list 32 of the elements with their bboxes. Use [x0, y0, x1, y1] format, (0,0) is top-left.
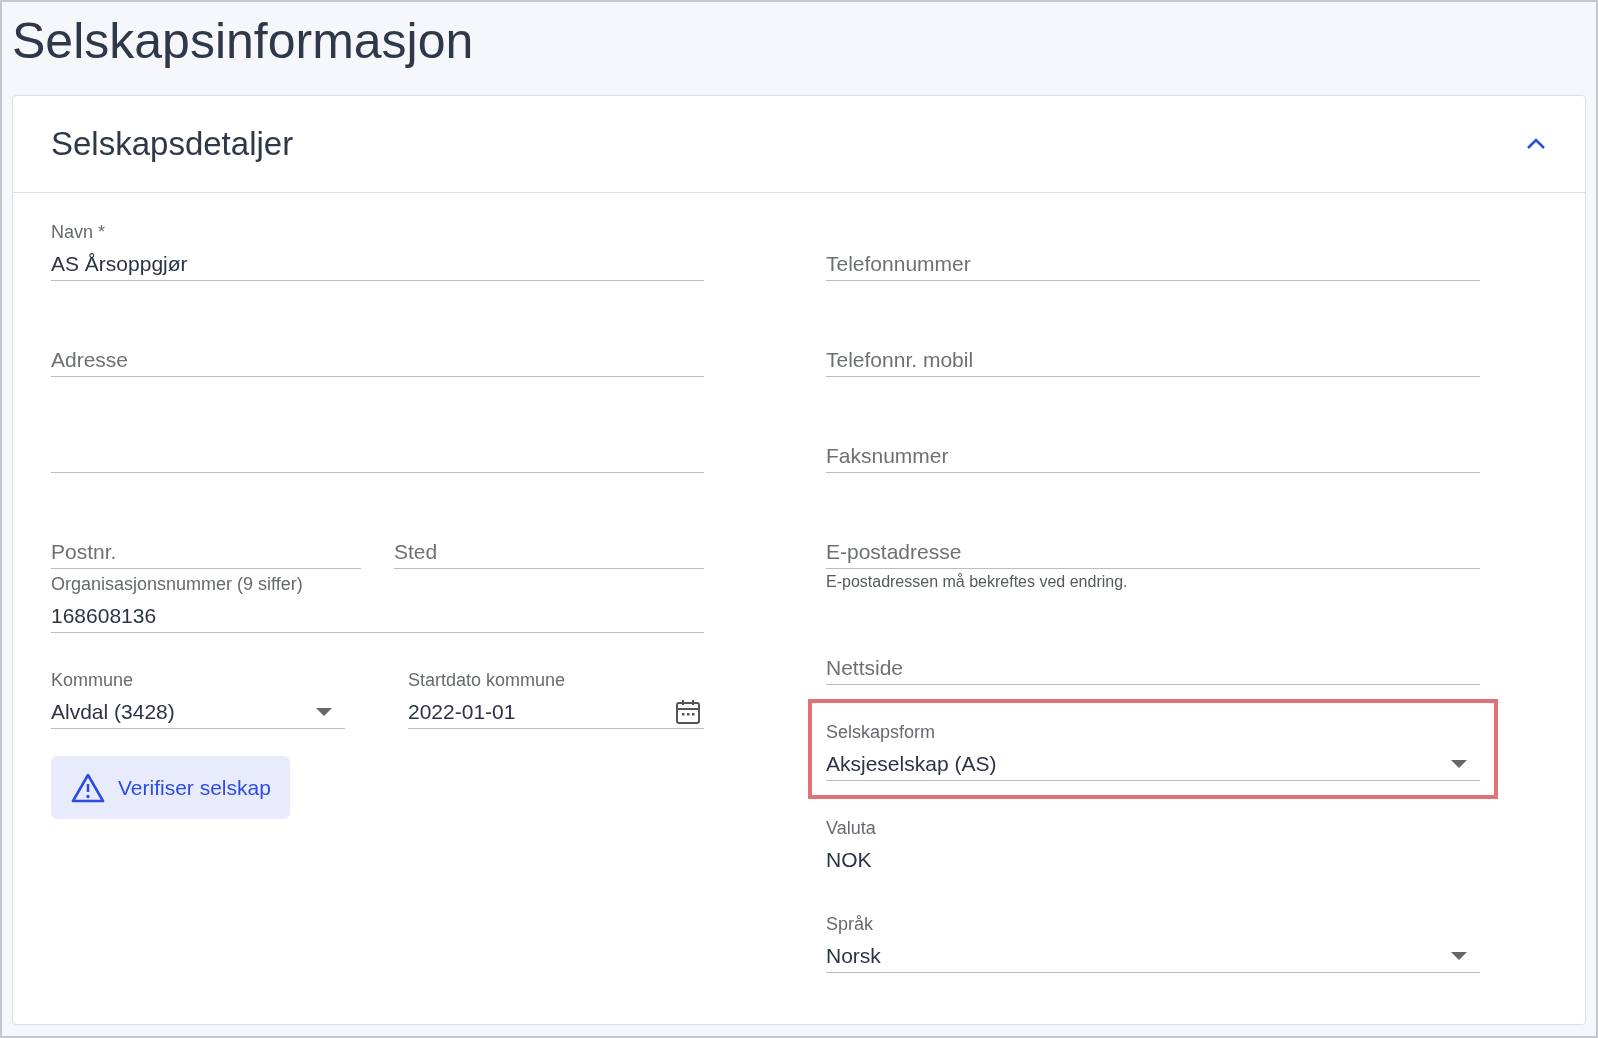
field-label: Organisasjonsnummer (9 siffer) [51, 574, 304, 595]
field-label: Selskapsform [826, 722, 937, 743]
text-field[interactable]: Faksnummer [826, 439, 1480, 473]
text-field[interactable]: 168608136 [51, 599, 704, 633]
dropdown-field[interactable]: Aksjeselskap (AS) [826, 747, 1480, 781]
text-field[interactable]: Telefonnr. mobil [826, 343, 1480, 377]
caret-icon [1450, 951, 1468, 961]
date-field[interactable]: 2022-01-01 [408, 695, 704, 729]
field-label: Språk [826, 914, 875, 935]
field-label: Navn * [51, 222, 107, 243]
calendar-icon[interactable] [674, 698, 702, 726]
warning-icon [70, 771, 106, 804]
card-title: Selskapsdetaljer [51, 125, 294, 163]
field-value: NOK [826, 847, 873, 873]
dropdown-field[interactable]: Norsk [826, 939, 1480, 973]
field-hint: E-postadressen må bekreftes ved endring. [826, 573, 1128, 591]
verify-button[interactable]: Verifiser selskap [51, 756, 290, 819]
text-field[interactable]: AS Årsoppgjør [51, 247, 704, 281]
field-label: Kommune [51, 670, 135, 691]
caret-icon [315, 707, 333, 717]
text-field[interactable]: Adresse [51, 343, 704, 377]
caret-icon [1450, 759, 1468, 769]
page-title: Selskapsinformasjon [12, 11, 474, 70]
text-field[interactable]: Sted [394, 535, 704, 569]
text-field[interactable]: Telefonnummer [826, 247, 1480, 281]
field-label: Startdato kommune [408, 670, 567, 691]
field-label: Valuta [826, 818, 877, 839]
text-field[interactable]: E-postadresse [826, 535, 1480, 569]
text-field[interactable]: Nettside [826, 651, 1480, 685]
chevron-icon[interactable] [1525, 137, 1547, 151]
text-field[interactable]: Postnr. [51, 535, 361, 569]
dropdown-field[interactable]: Alvdal (3428) [51, 695, 345, 729]
